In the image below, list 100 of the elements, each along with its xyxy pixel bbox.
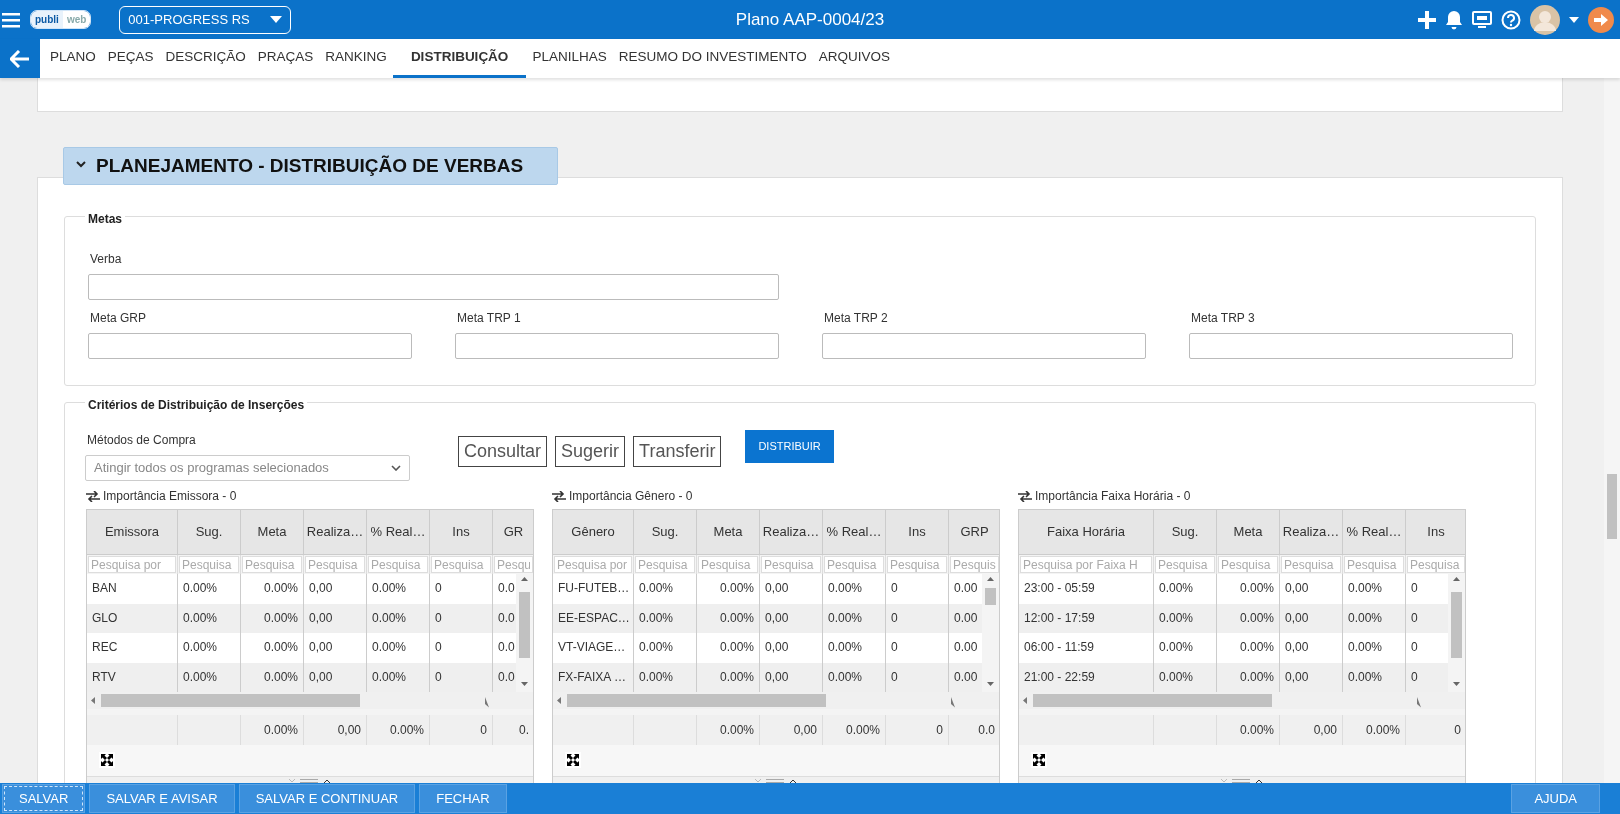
caret-icon[interactable] [1569, 16, 1579, 23]
column-header[interactable]: Ins [886, 510, 949, 555]
column-header[interactable]: Gênero [553, 510, 634, 555]
tab[interactable]: DESCRIÇÃO [159, 39, 252, 78]
filter-field[interactable]: Pesquisa [431, 556, 491, 573]
menu-icon[interactable] [2, 11, 20, 28]
section-header[interactable]: PLANEJAMENTO - DISTRIBUIÇÃO DE VERBAS [63, 147, 558, 185]
dropdown[interactable]: Atingir todos os programas selecionados [85, 455, 410, 481]
filter-field[interactable]: Pesquisa [1281, 556, 1341, 573]
exit-icon[interactable] [1588, 6, 1614, 33]
input-field[interactable] [1189, 332, 1513, 359]
filter-field[interactable]: Pesquisa [1155, 556, 1215, 573]
tab[interactable]: RANKING [319, 39, 393, 78]
resize-handle-icon[interactable] [288, 777, 332, 783]
tab[interactable]: PLANO [44, 39, 102, 78]
table-cell: 23:00 - 05:59 [1019, 574, 1154, 604]
avatar-icon[interactable] [1530, 4, 1560, 35]
filter-field[interactable]: Pesquisa [305, 556, 365, 573]
table-cell: 0.00% [823, 714, 886, 745]
column-header[interactable]: % Real… [1343, 510, 1406, 555]
expand-icon[interactable] [1031, 752, 1047, 768]
column-header[interactable]: % Real… [367, 510, 430, 555]
input-field[interactable] [455, 332, 779, 359]
filter-field[interactable]: Pesquisa [1344, 556, 1404, 573]
column-header[interactable]: Realiza… [304, 510, 367, 555]
column-header[interactable]: Faixa Horária [1019, 510, 1154, 555]
input-field[interactable] [88, 332, 412, 359]
column-header[interactable]: Meta [1217, 510, 1280, 555]
filter-field[interactable]: Pesquisa [824, 556, 884, 573]
filter-field[interactable]: Pesquisa por [554, 556, 632, 573]
table-cell: 0.00% [241, 633, 304, 663]
column-header[interactable]: Sug. [634, 510, 697, 555]
column-header[interactable]: Realiza… [1280, 510, 1343, 555]
action-button[interactable]: Sugerir [555, 436, 626, 467]
filter-field[interactable]: Pesquisa por Faixa H [1020, 556, 1152, 573]
table-cell: 0,00 [304, 633, 367, 663]
table-cell: 0.00% [697, 574, 760, 604]
column-header[interactable]: GR [493, 510, 533, 555]
table-cell: 0,00 [304, 574, 367, 604]
input-field[interactable] [822, 332, 1146, 359]
filter-field[interactable]: Pesquisa por [88, 556, 176, 573]
grid-title: Importância Gênero - 0 [569, 488, 693, 505]
action-button[interactable]: Transferir [633, 436, 722, 467]
back-button[interactable] [0, 39, 40, 78]
filter-field[interactable]: Pesquisa [179, 556, 239, 573]
filter-field[interactable]: Pesquisa [887, 556, 947, 573]
tab[interactable]: ARQUIVOS [812, 39, 896, 78]
expand-icon[interactable] [99, 752, 115, 768]
filter-field[interactable]: Pesquis [950, 556, 999, 573]
table-cell: 0,00 [760, 714, 823, 745]
table-cell: FU-FUTEB… [553, 574, 634, 604]
tab[interactable]: PRAÇAS [251, 39, 320, 78]
swap-icon[interactable] [552, 490, 566, 502]
table-cell: 0,00 [304, 714, 367, 745]
table-cell: 0 [886, 633, 949, 663]
column-header[interactable]: % Real… [823, 510, 886, 555]
plus-icon[interactable] [1418, 10, 1436, 29]
distribute-button[interactable]: DISTRIBUIR [745, 430, 834, 463]
bell-icon[interactable] [1445, 9, 1463, 30]
help-icon[interactable] [1501, 9, 1521, 30]
filter-field[interactable]: Pesquisa [1407, 556, 1465, 573]
monitor-icon[interactable] [1472, 10, 1492, 29]
filter-field[interactable]: Pesquisa [635, 556, 695, 573]
filter-field[interactable]: Pesqu [494, 556, 533, 573]
filter-field[interactable]: Pesquisa [368, 556, 428, 573]
grid-title: Importância Faixa Horária - 0 [1035, 488, 1191, 505]
table-cell: 0.00% [1343, 633, 1406, 663]
input-field[interactable] [88, 273, 779, 300]
resize-handle-icon[interactable] [1220, 777, 1264, 783]
table-cell: 0 [1406, 714, 1465, 745]
column-header[interactable]: Sug. [1154, 510, 1217, 555]
column-header[interactable]: Meta [241, 510, 304, 555]
tab[interactable]: RESUMO DO INVESTIMENTO [612, 39, 813, 78]
table-cell: 0.00% [1217, 714, 1280, 745]
column-header[interactable]: GRP [949, 510, 999, 555]
table-cell: 0.00% [178, 633, 241, 663]
filter-field[interactable]: Pesquisa [242, 556, 302, 573]
tab[interactable]: PEÇAS [101, 39, 160, 78]
expand-icon[interactable] [565, 752, 581, 768]
table-cell: 0.00% [1154, 574, 1217, 604]
column-header[interactable]: Ins [430, 510, 493, 555]
filter-field[interactable]: Pesquisa [698, 556, 758, 573]
chevron-icon [391, 465, 401, 471]
column-header[interactable]: Realiza… [760, 510, 823, 555]
resize-handle-icon[interactable] [754, 777, 798, 783]
column-header[interactable]: Sug. [178, 510, 241, 555]
filter-field[interactable]: Pesquisa [761, 556, 821, 573]
filter-field[interactable]: Pesquisa [1218, 556, 1278, 573]
column-header[interactable]: Emissora [87, 510, 178, 555]
swap-icon[interactable] [1018, 490, 1032, 502]
table-cell: BAN [87, 574, 178, 604]
table-cell: 0,00 [1280, 574, 1343, 604]
column-header[interactable]: Meta [697, 510, 760, 555]
table-cell: 0.00% [178, 574, 241, 604]
swap-icon[interactable] [86, 490, 100, 502]
tab[interactable]: PLANILHAS [526, 39, 613, 78]
plan-select[interactable]: 001-PROGRESS RS [119, 5, 292, 34]
action-button[interactable]: Consultar [458, 436, 548, 467]
column-header[interactable]: Ins [1406, 510, 1465, 555]
scrollbar[interactable] [1604, 78, 1620, 783]
